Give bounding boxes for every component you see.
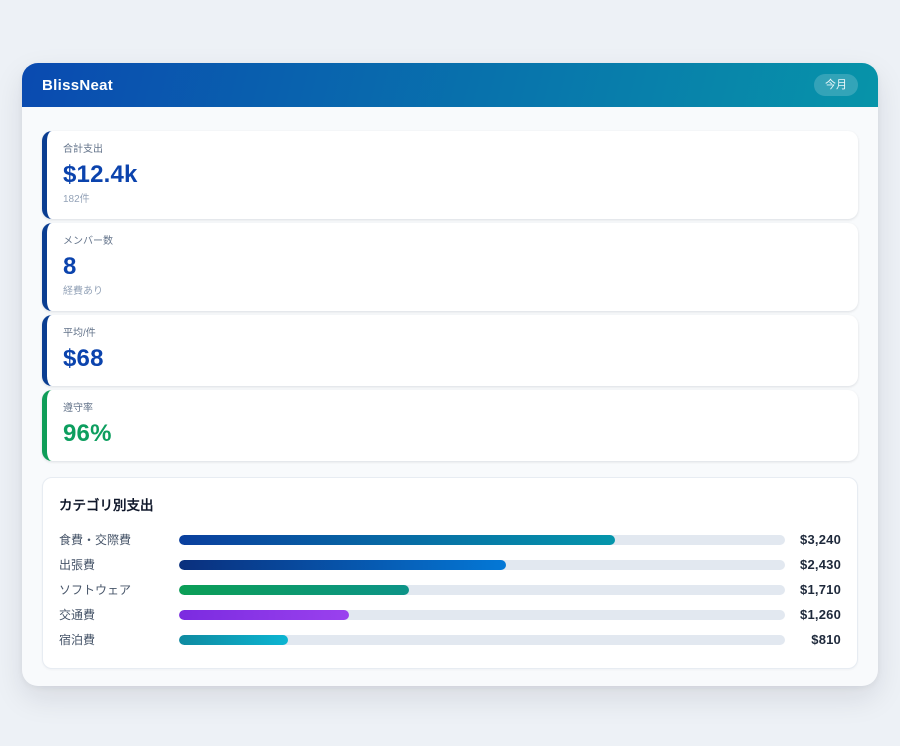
category-bar-track: [179, 585, 785, 595]
category-bar-fill: [179, 585, 409, 595]
category-row: 出張費 $2,430: [59, 552, 841, 577]
category-bar-track: [179, 635, 785, 645]
stat-value: $68: [63, 345, 842, 373]
category-bar-fill: [179, 535, 615, 545]
dashboard-panel: BlissNeat 今月 合計支出 $12.4k 182件 メンバー数 8 経費…: [22, 63, 878, 686]
category-bar-track: [179, 560, 785, 570]
stat-value: 96%: [63, 420, 842, 448]
stat-sub: 経費あり: [63, 286, 842, 298]
stat-card-average-per-item: 平均/件 $68: [42, 315, 858, 386]
category-spend-card: カテゴリ別支出 食費・交際費 $3,240 出張費 $2,430 ソフトウェア …: [42, 477, 858, 669]
stat-card-compliance-rate: 遵守率 96%: [42, 390, 858, 461]
category-amount: $3,240: [785, 532, 841, 547]
category-bar-track: [179, 610, 785, 620]
category-section-title: カテゴリ別支出: [59, 494, 841, 514]
category-label: 出張費: [59, 556, 179, 573]
category-label: 宿泊費: [59, 631, 179, 648]
category-label: ソフトウェア: [59, 581, 179, 598]
category-row: 食費・交際費 $3,240: [59, 527, 841, 552]
stat-sub: 182件: [63, 194, 842, 206]
page-background: { "header": { "title": "BlissNeat", "per…: [0, 0, 900, 746]
category-bar-fill: [179, 635, 288, 645]
category-label: 交通費: [59, 606, 179, 623]
stat-card-total-spend: 合計支出 $12.4k 182件: [42, 131, 858, 219]
app-header: BlissNeat 今月: [22, 63, 878, 107]
stat-card-member-count: メンバー数 8 経費あり: [42, 223, 858, 311]
stat-label: メンバー数: [63, 236, 842, 248]
period-badge[interactable]: 今月: [814, 74, 858, 96]
category-bar-fill: [179, 560, 506, 570]
stat-value: 8: [63, 253, 842, 281]
panel-body: 合計支出 $12.4k 182件 メンバー数 8 経費あり 平均/件 $68 遵…: [22, 107, 878, 669]
category-row: ソフトウェア $1,710: [59, 577, 841, 602]
category-row: 交通費 $1,260: [59, 602, 841, 627]
category-row: 宿泊費 $810: [59, 627, 841, 652]
category-amount: $2,430: [785, 557, 841, 572]
app-title: BlissNeat: [42, 77, 113, 94]
stat-label: 合計支出: [63, 144, 842, 156]
stat-label: 遵守率: [63, 403, 842, 415]
stat-label: 平均/件: [63, 328, 842, 340]
category-bar-track: [179, 535, 785, 545]
category-label: 食費・交際費: [59, 531, 179, 548]
category-amount: $1,260: [785, 607, 841, 622]
stat-value: $12.4k: [63, 161, 842, 189]
category-amount: $810: [785, 632, 841, 647]
category-amount: $1,710: [785, 582, 841, 597]
category-bar-fill: [179, 610, 349, 620]
